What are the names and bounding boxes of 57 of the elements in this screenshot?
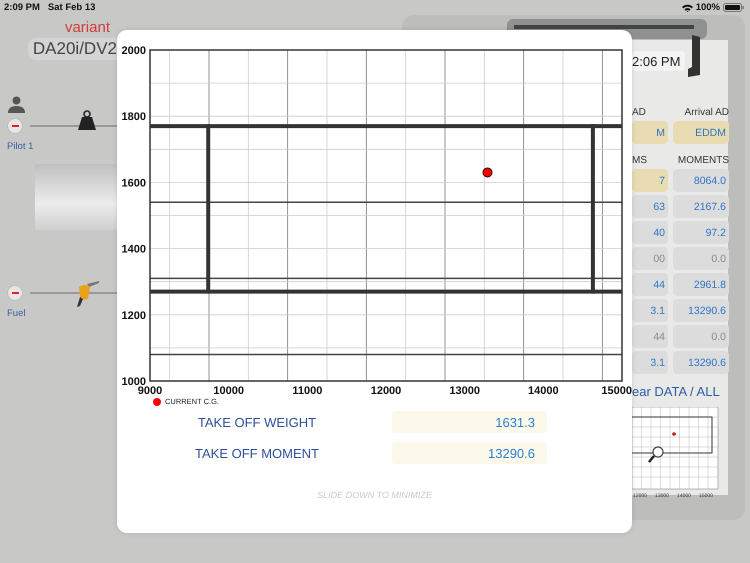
departure-airport-field[interactable]: M bbox=[632, 121, 668, 144]
total-value: 13290.6 bbox=[392, 442, 547, 464]
cg-dot-icon bbox=[672, 432, 676, 436]
total-label: TAKE OFF WEIGHT bbox=[196, 414, 318, 432]
battery-percent: 100% bbox=[696, 2, 720, 13]
moment-cell: 2167.6 bbox=[673, 195, 729, 218]
y-tick-label: 1200 bbox=[122, 310, 146, 322]
time-field[interactable]: 2:06 PM bbox=[632, 51, 685, 71]
weight-cell: 40 bbox=[632, 221, 668, 244]
battery-icon bbox=[723, 3, 744, 12]
moment-cell: 13290.6 bbox=[673, 351, 729, 374]
moment-cell: 97.2 bbox=[673, 221, 729, 244]
x-tick-label: 10000 bbox=[213, 385, 244, 397]
load-label: Pilot 1 bbox=[7, 141, 34, 152]
minus-button[interactable] bbox=[7, 285, 23, 301]
column-header: MOMENTS bbox=[676, 154, 729, 166]
x-tick-label: 11000 bbox=[292, 385, 322, 397]
y-tick-label: 1400 bbox=[122, 244, 146, 256]
column-header: MS bbox=[632, 154, 648, 166]
total-value: 1631.3 bbox=[392, 411, 547, 433]
weight-cell: 44 bbox=[632, 325, 668, 348]
minus-button[interactable] bbox=[7, 118, 23, 134]
y-tick-label: 1600 bbox=[122, 177, 146, 190]
y-tick-label: 2000 bbox=[122, 45, 146, 57]
weight-cell: 00 bbox=[632, 247, 668, 270]
column-header: Arrival AD bbox=[684, 106, 729, 118]
column-header: AD bbox=[632, 106, 647, 118]
wifi-icon bbox=[682, 4, 693, 12]
moment-cell: 2961.8 bbox=[673, 273, 729, 296]
magnifier-icon bbox=[648, 446, 664, 463]
clear-data-link[interactable]: ear DATA / ALL bbox=[632, 384, 728, 399]
x-tick-label: 12000 bbox=[370, 385, 402, 397]
moment-cell: 0.0 bbox=[673, 325, 729, 348]
model-field[interactable]: DA20i/DV2 bbox=[28, 38, 117, 60]
variant-heading: variant bbox=[64, 19, 110, 36]
load-label: Fuel bbox=[7, 308, 26, 319]
moment-cell: 13290.6 bbox=[673, 299, 729, 322]
weight-cell: 63 bbox=[632, 195, 668, 218]
moment-cell: 8064.0 bbox=[673, 169, 729, 192]
arrival-airport-field[interactable]: EDDM bbox=[673, 121, 729, 144]
weight-cell: 3.1 bbox=[632, 351, 668, 374]
weight-cell[interactable]: 7 bbox=[632, 169, 668, 192]
y-tick-label: 1800 bbox=[122, 111, 146, 124]
status-time: 2:09 PM bbox=[4, 2, 40, 13]
weight-cell: 44 bbox=[632, 273, 668, 296]
envelope-thumbnail[interactable] bbox=[632, 407, 718, 490]
x-tick-label: 9000 bbox=[138, 385, 162, 397]
x-tick-label: 14000 bbox=[528, 385, 559, 397]
weight-cell: 3.1 bbox=[632, 299, 668, 322]
moment-cell: 0.0 bbox=[673, 247, 729, 270]
x-tick-label: 15000 bbox=[601, 385, 632, 397]
weight-icon[interactable] bbox=[78, 110, 96, 130]
total-label: TAKE OFF MOMENT bbox=[194, 444, 320, 462]
fuel-nozzle-icon[interactable] bbox=[75, 281, 99, 307]
person-icon bbox=[8, 96, 25, 113]
status-date: Sat Feb 13 bbox=[48, 2, 96, 13]
x-tick-label: 13000 bbox=[449, 385, 480, 397]
